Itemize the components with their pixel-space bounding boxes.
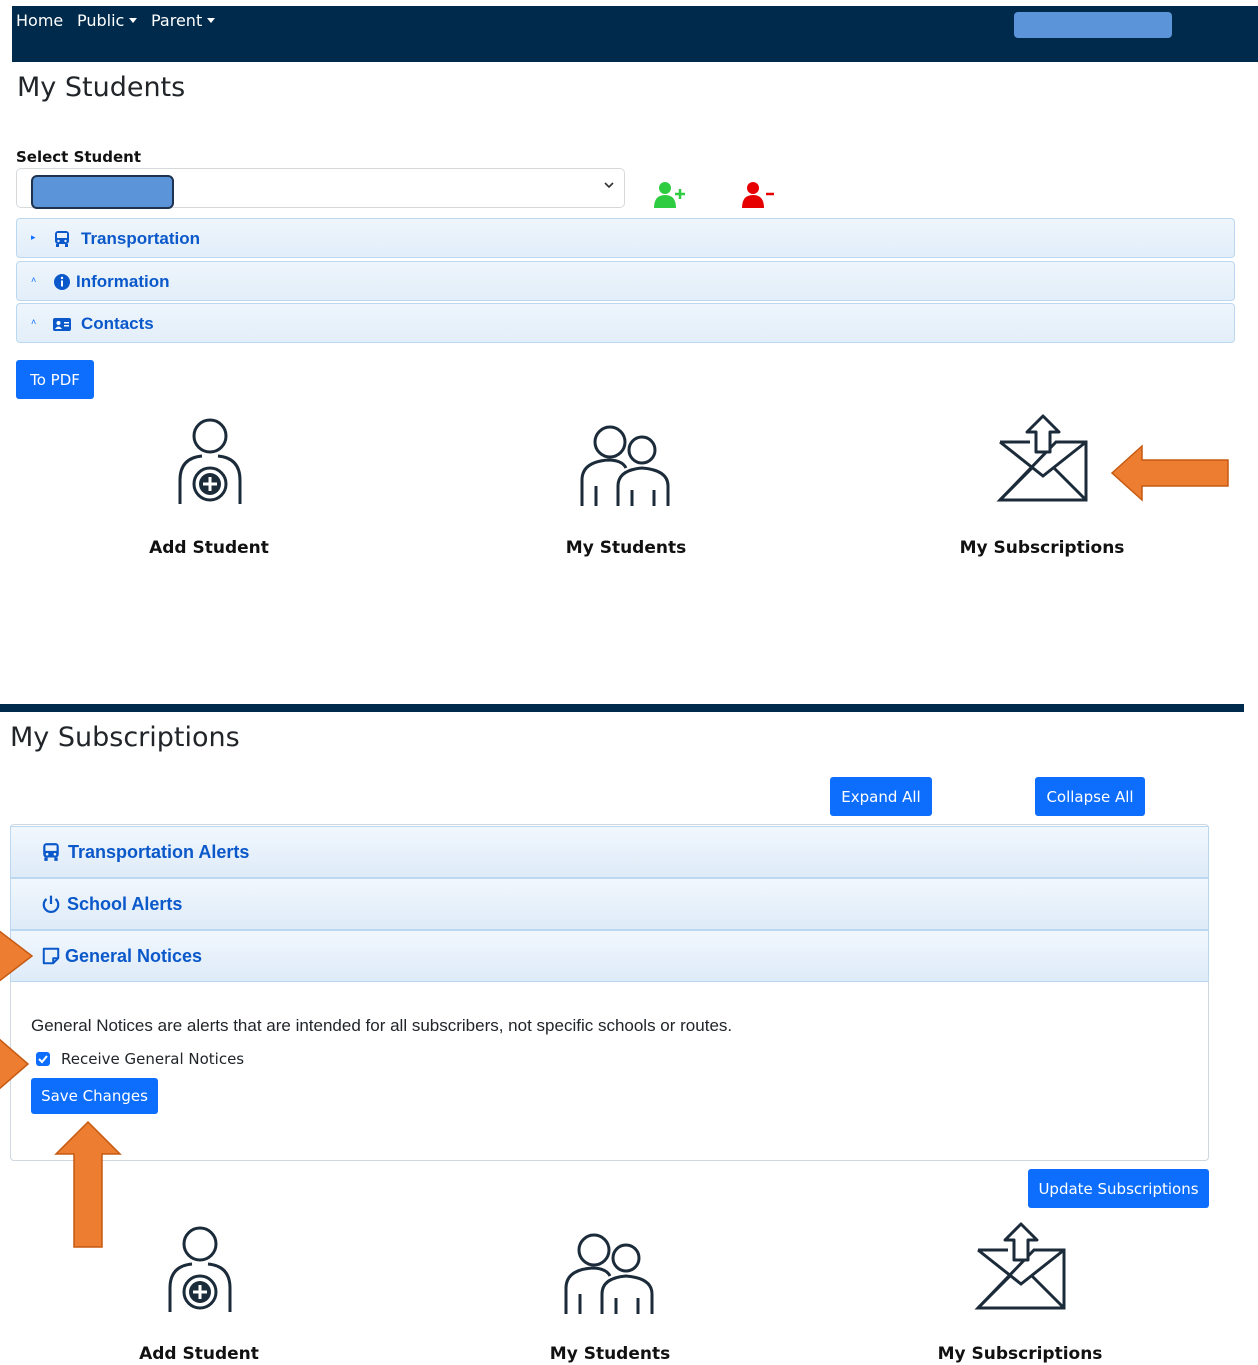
tile-label-my-students[interactable]: My Students	[480, 1344, 740, 1364]
tile-label-my-subscriptions[interactable]: My Subscriptions	[890, 1344, 1150, 1364]
envelope-upload-icon[interactable]	[974, 1220, 1068, 1312]
section-label: Transportation Alerts	[68, 842, 250, 862]
people-icon[interactable]	[578, 424, 674, 510]
section-label: Contacts	[81, 314, 154, 333]
people-icon[interactable]	[562, 1232, 658, 1318]
section-information[interactable]: ˄ Information	[16, 261, 1235, 301]
info-icon	[54, 274, 70, 290]
section-transportation-alerts[interactable]: Transportation Alerts	[10, 826, 1209, 878]
section-label: General Notices	[65, 946, 203, 966]
receive-general-notices-label[interactable]: Receive General Notices	[61, 1050, 244, 1068]
callout-arrow-right-icon	[0, 1038, 30, 1090]
chevron-down-icon	[604, 182, 614, 189]
nav-parent-dropdown[interactable]: Parent	[151, 11, 216, 30]
callout-arrow-right-icon	[0, 930, 34, 982]
subscriptions-page-title: My Subscriptions	[10, 722, 240, 753]
select-student-label: Select Student	[16, 148, 141, 166]
caret-up-icon: ˄	[31, 317, 37, 327]
section-label: Transportation	[81, 229, 201, 248]
section-contacts[interactable]: ˄ Contacts	[16, 303, 1235, 343]
caret-down-icon	[129, 18, 138, 23]
nav-parent-label: Parent	[151, 11, 203, 30]
add-student-icon[interactable]	[654, 181, 688, 209]
nav-public-dropdown[interactable]: Public	[77, 11, 138, 30]
caret-right-icon: ▸	[31, 232, 36, 242]
tile-label-add-student[interactable]: Add Student	[79, 538, 339, 558]
power-icon	[42, 895, 60, 914]
checkmark-icon	[38, 1055, 48, 1064]
tile-label-add-student[interactable]: Add Student	[69, 1344, 329, 1364]
contact-card-icon	[53, 318, 71, 331]
selected-student-redacted	[31, 175, 174, 209]
user-account-redacted[interactable]	[1014, 12, 1172, 38]
tile-label-my-subscriptions[interactable]: My Subscriptions	[912, 538, 1172, 558]
page-title: My Students	[17, 72, 186, 103]
tile-label-my-students[interactable]: My Students	[496, 538, 756, 558]
bus-icon	[43, 843, 59, 861]
caret-up-icon: ˄	[31, 275, 37, 285]
section-school-alerts[interactable]: School Alerts	[10, 878, 1209, 930]
bus-icon	[55, 231, 69, 247]
receive-general-notices-checkbox[interactable]	[36, 1052, 50, 1066]
update-subscriptions-button[interactable]: Update Subscriptions	[1028, 1169, 1209, 1208]
note-icon	[42, 947, 60, 965]
collapse-all-button[interactable]: Collapse All	[1035, 777, 1145, 816]
section-label: School Alerts	[67, 894, 183, 914]
add-person-icon[interactable]	[158, 1226, 242, 1318]
callout-arrow-left-icon	[1110, 444, 1229, 502]
add-person-icon[interactable]	[168, 418, 252, 510]
caret-down-icon	[207, 18, 216, 23]
top-navbar: Home Public Parent	[12, 6, 1258, 62]
section-general-notices[interactable]: General Notices	[10, 930, 1209, 982]
general-notices-description: General Notices are alerts that are inte…	[31, 1016, 733, 1035]
section-transportation[interactable]: ▸ Transportation	[16, 218, 1235, 258]
section-divider	[0, 704, 1244, 712]
to-pdf-button[interactable]: To PDF	[16, 360, 94, 399]
envelope-upload-icon[interactable]	[996, 412, 1090, 504]
nav-home-link[interactable]: Home	[16, 11, 63, 30]
section-label: Information	[76, 272, 170, 291]
save-changes-button[interactable]: Save Changes	[31, 1078, 158, 1114]
student-select[interactable]	[16, 168, 625, 209]
nav-public-label: Public	[77, 11, 125, 30]
callout-arrow-up-icon	[54, 1120, 122, 1248]
expand-all-button[interactable]: Expand All	[830, 777, 932, 816]
remove-student-icon[interactable]	[742, 181, 776, 209]
